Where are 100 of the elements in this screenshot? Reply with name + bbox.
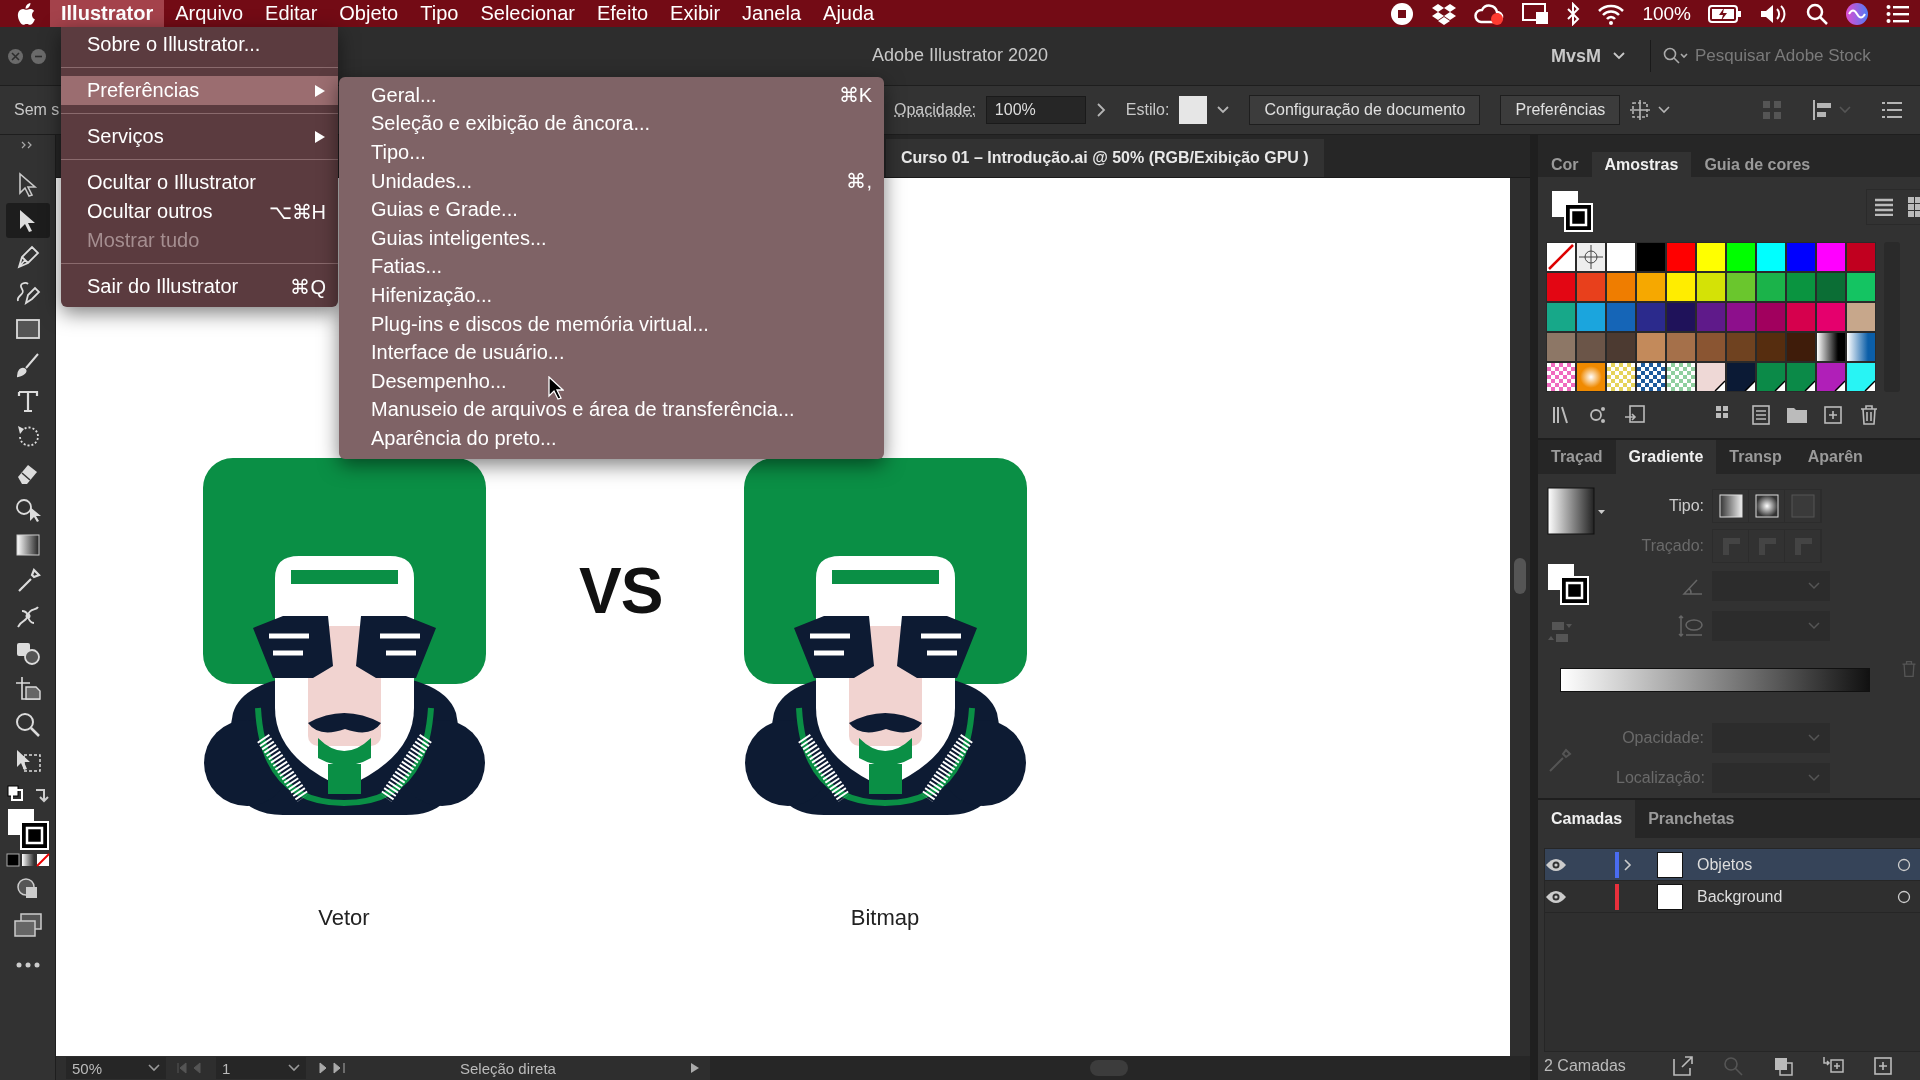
- layer-row[interactable]: Objetos: [1545, 849, 1920, 881]
- color-swatch[interactable]: [1606, 302, 1636, 332]
- menu-bar-item[interactable]: Efeito: [585, 0, 660, 27]
- layer-row[interactable]: Background: [1545, 881, 1920, 913]
- zoom-dropdown[interactable]: 50%: [66, 1057, 166, 1079]
- wifi-icon[interactable]: [1597, 2, 1626, 25]
- menu-item[interactable]: Ocultar outros ⌥⌘H: [61, 197, 338, 226]
- record-icon[interactable]: [1390, 1, 1415, 26]
- menu-bar-item[interactable]: Selecionar: [469, 0, 586, 27]
- color-swatch[interactable]: [1786, 332, 1816, 362]
- menu-item[interactable]: Preferências: [61, 76, 338, 105]
- chevron-down-icon[interactable]: [1217, 106, 1230, 114]
- horizontal-scrollbar[interactable]: [710, 1056, 1530, 1080]
- color-swatch[interactable]: [1816, 332, 1846, 362]
- radial-gradient-icon[interactable]: [1754, 494, 1779, 518]
- color-swatch[interactable]: [1726, 302, 1756, 332]
- panel-tab[interactable]: Aparên: [1794, 440, 1876, 474]
- color-swatch[interactable]: [1636, 272, 1666, 302]
- import-swatches-icon[interactable]: [1624, 404, 1646, 426]
- target-circle-icon[interactable]: [1897, 889, 1911, 904]
- color-swatch[interactable]: [1756, 362, 1786, 392]
- color-swatch[interactable]: [1846, 362, 1876, 392]
- linear-gradient-icon[interactable]: [1718, 494, 1743, 518]
- battery-icon[interactable]: [1708, 3, 1742, 24]
- fill-stroke-icon[interactable]: [1546, 562, 1590, 606]
- bluetooth-icon[interactable]: [1566, 1, 1581, 26]
- screen-mode-icon[interactable]: [12, 912, 43, 938]
- chevron-down-icon[interactable]: [288, 1064, 300, 1072]
- menu-item[interactable]: Sobre o Illustrator...: [61, 30, 338, 59]
- color-swatch[interactable]: [1546, 362, 1576, 392]
- color-swatch[interactable]: [1696, 302, 1726, 332]
- more-dots-icon[interactable]: [15, 962, 40, 968]
- fill-stroke-icon[interactable]: [1550, 189, 1594, 234]
- list-icon[interactable]: [1882, 101, 1902, 119]
- menu-item[interactable]: Interface de usuário...: [339, 338, 884, 367]
- color-swatch[interactable]: [1606, 272, 1636, 302]
- eye-icon[interactable]: [1545, 857, 1567, 872]
- color-swatch[interactable]: [1576, 362, 1606, 392]
- toolbar-button[interactable]: Configuração de documento: [1249, 95, 1481, 125]
- menu-bar-item[interactable]: Exibir: [659, 0, 732, 27]
- panel-tab[interactable]: Transp: [1716, 440, 1795, 474]
- color-swatch[interactable]: [1546, 242, 1576, 272]
- color-swatch[interactable]: [1666, 242, 1696, 272]
- color-swatch[interactable]: [1846, 302, 1876, 332]
- color-swatch[interactable]: [1636, 242, 1666, 272]
- expand-chevron-icon[interactable]: [1623, 857, 1633, 872]
- vertical-scrollbar[interactable]: [1510, 178, 1530, 1056]
- color-swatch[interactable]: [1786, 242, 1816, 272]
- cloud-icon[interactable]: [1474, 1, 1505, 26]
- color-swatch[interactable]: [1576, 242, 1606, 272]
- color-swatch[interactable]: [1666, 272, 1696, 302]
- color-swatch[interactable]: [1816, 272, 1846, 302]
- menu-item[interactable]: Tipo...: [339, 138, 884, 167]
- menu-bar-item[interactable]: Editar: [254, 0, 329, 27]
- target-circle-icon[interactable]: [1897, 857, 1911, 872]
- color-swatch[interactable]: [1606, 242, 1636, 272]
- search-icon[interactable]: [1806, 2, 1828, 25]
- color-swatch[interactable]: [1606, 362, 1636, 392]
- color-swatch[interactable]: [1576, 332, 1606, 362]
- color-swatch[interactable]: [1696, 272, 1726, 302]
- clipping-mask-icon[interactable]: [1772, 1055, 1794, 1077]
- panel-tab[interactable]: Pranchetas: [1635, 800, 1748, 838]
- menu-item[interactable]: Aparência do preto...: [339, 424, 884, 453]
- color-swatch[interactable]: [1666, 302, 1696, 332]
- fill-stroke-icon[interactable]: [5, 807, 50, 851]
- menu-item[interactable]: Guias inteligentes...: [339, 223, 884, 253]
- color-swatch[interactable]: [1576, 272, 1606, 302]
- menu-bar-item[interactable]: Janela: [731, 0, 813, 27]
- opacity-field[interactable]: 100%: [985, 96, 1086, 124]
- display-icon[interactable]: [1521, 1, 1550, 26]
- color-swatch[interactable]: [1816, 362, 1846, 392]
- menu-item[interactable]: Desempenho...: [339, 366, 884, 396]
- color-swatch[interactable]: [1756, 272, 1786, 302]
- color-swatch[interactable]: [1816, 242, 1846, 272]
- color-swatch[interactable]: [1696, 362, 1726, 392]
- color-swatch[interactable]: [1846, 242, 1876, 272]
- menu-bar-item[interactable]: Tipo: [409, 0, 470, 27]
- document-tab[interactable]: Curso 01 – Introdução.ai @ 50% (RGB/Exibição GPU ): [886, 139, 1324, 177]
- color-swatch[interactable]: [1636, 332, 1666, 362]
- eye-icon[interactable]: [1545, 889, 1567, 904]
- dropbox-icon[interactable]: [1431, 2, 1458, 25]
- panel-tab[interactable]: Traçad: [1538, 440, 1616, 474]
- menu-item[interactable]: Hifenização...: [339, 281, 884, 310]
- color-swatch[interactable]: [1786, 272, 1816, 302]
- color-swatch[interactable]: [1846, 272, 1876, 302]
- workspace-dropdown[interactable]: MvsM: [1551, 45, 1625, 67]
- menu-bar-item[interactable]: Illustrator: [50, 0, 165, 27]
- color-swatch[interactable]: [1786, 362, 1816, 392]
- color-modes-icon[interactable]: [5, 852, 50, 868]
- menu-item[interactable]: Ocultar o Illustrator: [61, 168, 338, 197]
- minimize-button[interactable]: [31, 48, 46, 64]
- new-swatch-icon[interactable]: [1822, 404, 1844, 426]
- list-icon[interactable]: [1886, 3, 1910, 24]
- panel-tab[interactable]: Amostras: [1591, 152, 1692, 178]
- menu-item[interactable]: Serviços: [61, 122, 338, 151]
- play-icon[interactable]: [690, 1062, 700, 1074]
- color-swatch[interactable]: [1846, 332, 1876, 362]
- search-field[interactable]: Pesquisar Adobe Stock: [1693, 45, 1913, 67]
- export-icon[interactable]: [1672, 1055, 1694, 1077]
- style-swatch[interactable]: [1179, 96, 1208, 124]
